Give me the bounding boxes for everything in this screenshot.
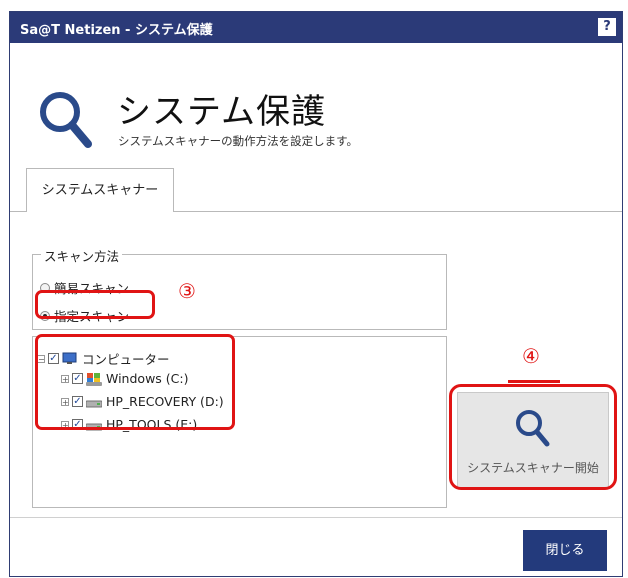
tree-item-drive-c[interactable]: + ✓ Windows (C:)	[61, 371, 188, 386]
tree-item-drive-e[interactable]: + ✓ HP_TOOLS (E:)	[61, 417, 197, 432]
checkbox[interactable]: ✓	[72, 373, 83, 384]
page-title: システム保護	[117, 92, 326, 132]
help-button[interactable]: ?	[598, 18, 616, 36]
page-subtitle: システムスキャナーの動作方法を設定します。	[118, 134, 359, 148]
windows-drive-icon	[86, 372, 102, 386]
radio-label: 指定スキャン	[54, 309, 130, 324]
radio-quick-scan[interactable]: 簡易スキャン	[40, 278, 129, 297]
scan-button-label: システムスキャナー開始	[467, 461, 599, 475]
footer-divider	[10, 517, 622, 518]
hard-drive-icon	[86, 423, 102, 430]
hard-drive-icon	[86, 400, 102, 407]
collapse-icon[interactable]: −	[37, 354, 45, 363]
scan-method-legend: スキャン方法	[41, 246, 123, 265]
radio-specified-scan[interactable]: 指定スキャン	[40, 306, 129, 325]
window-title: Sa@T Netizen - システム保護	[20, 23, 213, 38]
drive-tree: − ✓ コンピューター + ✓ Windows (C:) + ✓ HP_RECO…	[32, 336, 447, 508]
tree-item-label: コンピューター	[82, 352, 170, 367]
radio-button-selected[interactable]	[40, 310, 50, 321]
close-button[interactable]: 閉じる	[523, 530, 607, 571]
expand-icon[interactable]: +	[61, 420, 69, 429]
scan-method-group: スキャン方法 簡易スキャン 指定スキャン	[32, 246, 447, 330]
tree-item-computer[interactable]: − ✓ コンピューター	[37, 349, 170, 368]
search-icon	[40, 92, 92, 148]
checkbox[interactable]: ✓	[72, 419, 83, 430]
expand-icon[interactable]: +	[61, 397, 69, 406]
expand-icon[interactable]: +	[61, 374, 69, 383]
tab-system-scanner[interactable]: システムスキャナー	[26, 168, 174, 212]
radio-button-unselected[interactable]	[40, 282, 50, 293]
computer-icon	[62, 352, 77, 364]
checkbox[interactable]: ✓	[48, 353, 59, 364]
tree-item-label: HP_RECOVERY (D:)	[106, 394, 224, 409]
tree-item-label: HP_TOOLS (E:)	[106, 417, 198, 432]
tree-item-label: Windows (C:)	[106, 371, 189, 386]
title-bar: Sa@T Netizen - システム保護 ?	[10, 12, 622, 43]
system-protection-window: Sa@T Netizen - システム保護 ? システム保護 システムスキャナー…	[9, 11, 623, 577]
annotation-number-4: ④	[522, 344, 540, 368]
tree-item-drive-d[interactable]: + ✓ HP_RECOVERY (D:)	[61, 394, 224, 409]
annotation-number-3: ③	[178, 279, 196, 303]
start-system-scanner-button[interactable]: システムスキャナー開始	[457, 392, 609, 488]
annotation-marker	[508, 380, 560, 383]
radio-label: 簡易スキャン	[54, 281, 130, 296]
checkbox[interactable]: ✓	[72, 396, 83, 407]
search-icon	[516, 410, 550, 447]
